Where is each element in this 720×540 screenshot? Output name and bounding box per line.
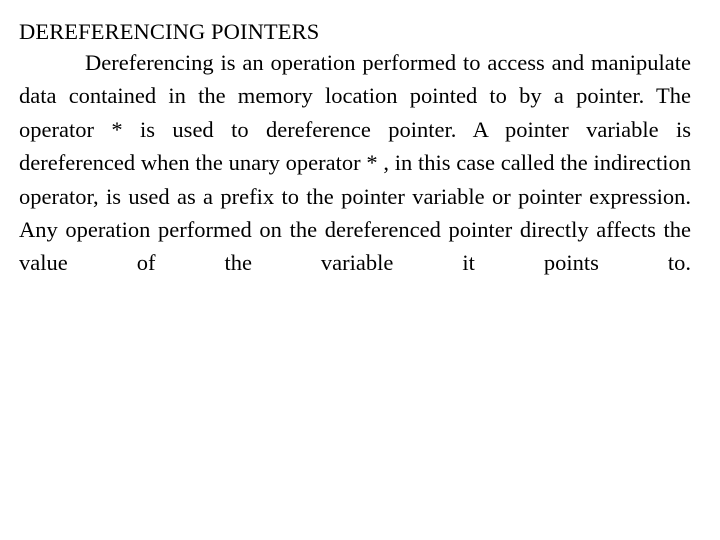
- text-content-block: DEREFERENCING POINTERS Dereferencing is …: [19, 17, 691, 313]
- slide-canvas: DEREFERENCING POINTERS Dereferencing is …: [0, 0, 720, 540]
- body-paragraph: Dereferencing is an operation performed …: [19, 50, 691, 276]
- page-title: DEREFERENCING POINTERS: [19, 19, 320, 44]
